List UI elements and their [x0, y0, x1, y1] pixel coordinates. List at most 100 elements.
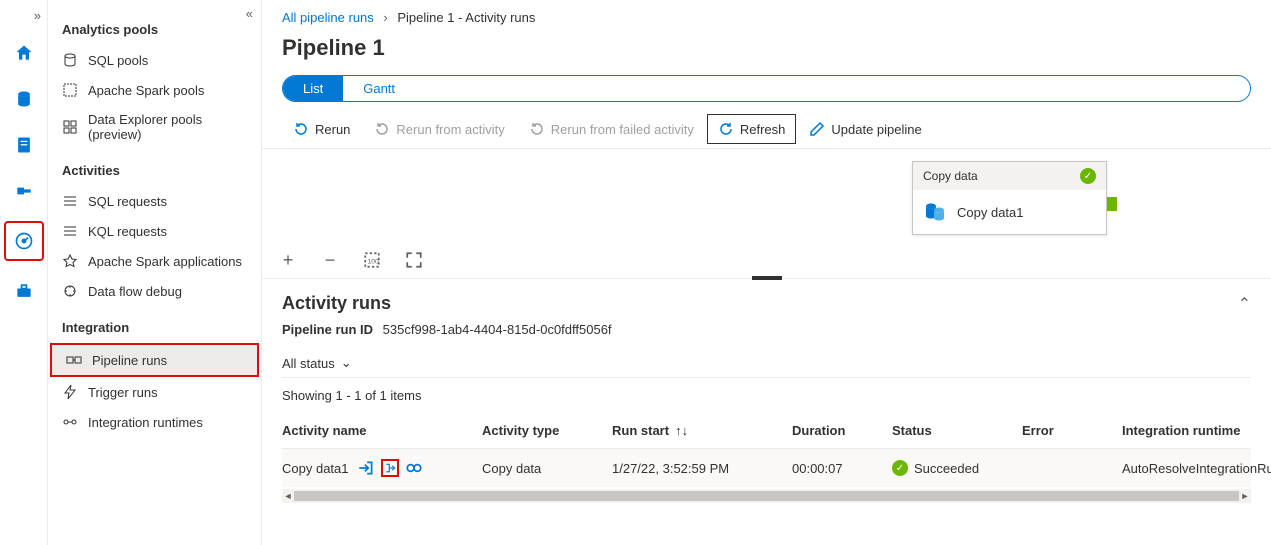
- rail-monitor[interactable]: [4, 221, 44, 261]
- zoom-out-button[interactable]: −: [320, 250, 340, 270]
- rail-develop[interactable]: [8, 129, 40, 161]
- status-success-icon: ✓: [892, 460, 908, 476]
- fullscreen-button[interactable]: [404, 250, 424, 270]
- sidebar-item-integration-runtimes[interactable]: Integration runtimes: [48, 407, 261, 437]
- label: Data Explorer pools (preview): [88, 112, 247, 142]
- rerun-failed-icon: [529, 121, 545, 137]
- document-icon: [14, 135, 34, 155]
- pipeline-icon: [14, 181, 34, 201]
- input-icon[interactable]: [357, 459, 375, 477]
- pipeline-runs-icon: [66, 352, 82, 368]
- breadcrumb-root[interactable]: All pipeline runs: [282, 10, 374, 25]
- col-status[interactable]: Status: [892, 423, 1022, 438]
- sidebar-item-sql-requests[interactable]: SQL requests: [48, 186, 261, 216]
- spark-pool-icon: [62, 82, 78, 98]
- icon-rail: »: [0, 0, 48, 545]
- horizontal-scrollbar[interactable]: ◄ ►: [282, 489, 1251, 503]
- label: KQL requests: [88, 224, 167, 239]
- label: Apache Spark applications: [88, 254, 242, 269]
- refresh-button[interactable]: Refresh: [707, 114, 797, 144]
- label: Trigger runs: [88, 385, 158, 400]
- cell-run-start: 1/27/22, 3:52:59 PM: [612, 461, 792, 476]
- activity-grid: Activity name Activity type Run start ↑↓…: [282, 413, 1251, 487]
- details-icon[interactable]: [405, 459, 423, 477]
- activity-runs-section: Activity runs ⌃ Pipeline run ID 535cf998…: [262, 279, 1271, 545]
- edit-icon: [809, 121, 825, 137]
- output-icon[interactable]: [381, 459, 399, 477]
- label: Apache Spark pools: [88, 83, 204, 98]
- canvas-tools: + − 100: [278, 250, 424, 270]
- scroll-right-icon[interactable]: ►: [1239, 489, 1251, 503]
- cell-status: ✓ Succeeded: [892, 460, 1022, 476]
- view-list[interactable]: List: [283, 76, 343, 101]
- node-body: Copy data1: [913, 190, 1106, 234]
- node-connector: [1107, 197, 1117, 211]
- rerun-icon: [293, 121, 309, 137]
- col-run-start[interactable]: Run start ↑↓: [612, 423, 792, 438]
- group-title-analytics: Analytics pools: [48, 8, 261, 45]
- rail-manage[interactable]: [8, 275, 40, 307]
- collapse-section-icon[interactable]: ⌃: [1238, 294, 1251, 314]
- node-header: Copy data ✓: [913, 162, 1106, 190]
- group-title-integration: Integration: [48, 306, 261, 343]
- zoom-in-button[interactable]: +: [278, 250, 298, 270]
- copy-data-icon: [923, 200, 947, 224]
- cell-duration: 00:00:07: [792, 461, 892, 476]
- pipeline-canvas[interactable]: Copy data ✓ Copy data1 + − 100: [262, 149, 1271, 279]
- col-activity-type[interactable]: Activity type: [482, 423, 612, 438]
- col-runtime[interactable]: Integration runtime: [1122, 423, 1251, 438]
- sidebar-item-data-explorer-pools[interactable]: Data Explorer pools (preview): [48, 105, 261, 149]
- page-title: Pipeline 1: [262, 29, 1271, 75]
- label: Integration runtimes: [88, 415, 203, 430]
- col-duration[interactable]: Duration: [792, 423, 892, 438]
- expand-rail-icon[interactable]: »: [34, 8, 41, 23]
- group-title-activities: Activities: [48, 149, 261, 186]
- chevron-down-icon: ⌄: [341, 355, 352, 371]
- toolbar: Rerun Rerun from activity Rerun from fai…: [262, 110, 1271, 149]
- rerun-from-activity-button: Rerun from activity: [363, 114, 515, 144]
- zoom-fit-button[interactable]: 100: [362, 250, 382, 270]
- gauge-icon: [14, 231, 34, 251]
- trigger-runs-icon: [62, 384, 78, 400]
- activity-node[interactable]: Copy data ✓ Copy data1: [912, 161, 1107, 235]
- dataflow-debug-icon: [62, 283, 78, 299]
- rerun-button[interactable]: Rerun: [282, 114, 361, 144]
- run-id-value: 535cf998-1ab4-4404-815d-0c0fdff5056f: [383, 322, 612, 337]
- cell-runtime: AutoResolveIntegrationRuntime: [1122, 461, 1271, 476]
- rail-integrate[interactable]: [8, 175, 40, 207]
- update-pipeline-button[interactable]: Update pipeline: [798, 114, 932, 144]
- sidebar-item-pipeline-runs[interactable]: Pipeline runs: [50, 343, 259, 377]
- status-filter-dropdown[interactable]: All status ⌄: [282, 349, 1251, 378]
- col-error[interactable]: Error: [1022, 423, 1122, 438]
- sidebar-item-spark-pools[interactable]: Apache Spark pools: [48, 75, 261, 105]
- grid-row[interactable]: Copy data1 Copy data 1/27/22, 3:52:59 PM…: [282, 449, 1251, 487]
- scroll-left-icon[interactable]: ◄: [282, 489, 294, 503]
- sidebar-item-kql-requests[interactable]: KQL requests: [48, 216, 261, 246]
- sidebar-item-dataflow-debug[interactable]: Data flow debug: [48, 276, 261, 306]
- resize-handle[interactable]: [752, 276, 782, 280]
- rerun-from-failed-button: Rerun from failed activity: [518, 114, 705, 144]
- rail-data[interactable]: [8, 83, 40, 115]
- scrollbar-thumb[interactable]: [294, 491, 1239, 501]
- sidebar-item-spark-apps[interactable]: Apache Spark applications: [48, 246, 261, 276]
- collapse-sidebar-icon[interactable]: «: [246, 6, 253, 21]
- spark-apps-icon: [62, 253, 78, 269]
- breadcrumb: All pipeline runs › Pipeline 1 - Activit…: [262, 0, 1271, 29]
- sql-pool-icon: [62, 52, 78, 68]
- label: SQL requests: [88, 194, 167, 209]
- rail-home[interactable]: [8, 37, 40, 69]
- view-gantt[interactable]: Gantt: [343, 76, 415, 101]
- toolbox-icon: [14, 281, 34, 301]
- integration-runtimes-icon: [62, 414, 78, 430]
- home-icon: [14, 43, 34, 63]
- success-check-icon: ✓: [1080, 168, 1096, 184]
- kql-requests-icon: [62, 223, 78, 239]
- sidebar: « Analytics pools SQL pools Apache Spark…: [48, 0, 262, 545]
- sort-icon: ↑↓: [675, 423, 688, 438]
- main-content: All pipeline runs › Pipeline 1 - Activit…: [262, 0, 1271, 545]
- label: Data flow debug: [88, 284, 182, 299]
- sidebar-item-sql-pools[interactable]: SQL pools: [48, 45, 261, 75]
- sidebar-item-trigger-runs[interactable]: Trigger runs: [48, 377, 261, 407]
- col-activity-name[interactable]: Activity name: [282, 423, 482, 438]
- cell-activity-name: Copy data1: [282, 461, 349, 476]
